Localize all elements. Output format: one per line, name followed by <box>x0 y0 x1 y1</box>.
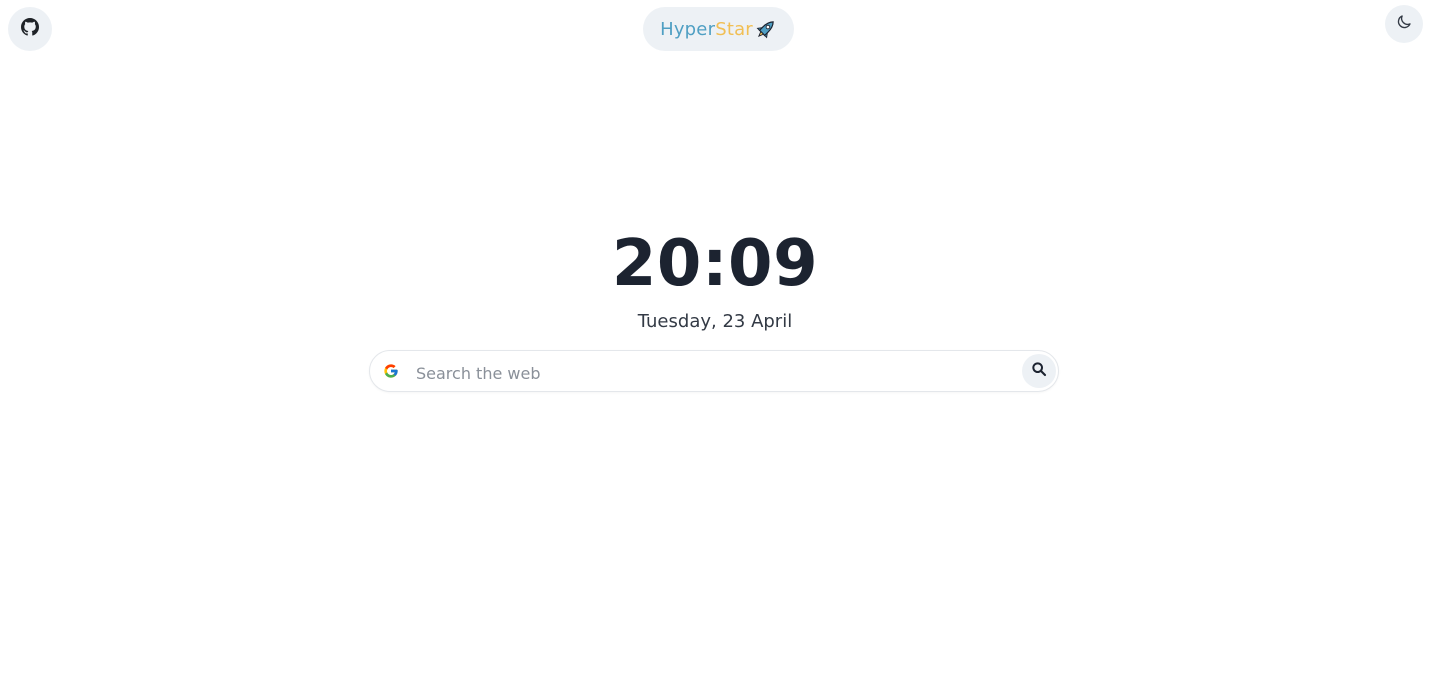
rocket-icon <box>755 18 777 40</box>
search-icon <box>1031 361 1047 381</box>
clock-time: 20:09 <box>611 227 819 301</box>
search-submit-button[interactable] <box>1022 354 1056 388</box>
theme-toggle-button[interactable] <box>1385 5 1423 43</box>
clock-date: Tuesday, 23 April <box>637 311 793 332</box>
github-icon <box>21 18 39 40</box>
google-icon[interactable] <box>383 363 399 379</box>
moon-icon <box>1395 13 1413 35</box>
brand-logo[interactable]: Hyper Star <box>643 7 794 51</box>
search-input[interactable] <box>414 359 1018 387</box>
brand-name-part2: Star <box>715 18 753 40</box>
search-bar <box>369 350 1059 392</box>
github-button[interactable] <box>8 7 52 51</box>
new-tab-page: Hyper Star 20:09 Tuesday, 23 April <box>0 0 1430 692</box>
brand-name-part1: Hyper <box>660 18 716 40</box>
